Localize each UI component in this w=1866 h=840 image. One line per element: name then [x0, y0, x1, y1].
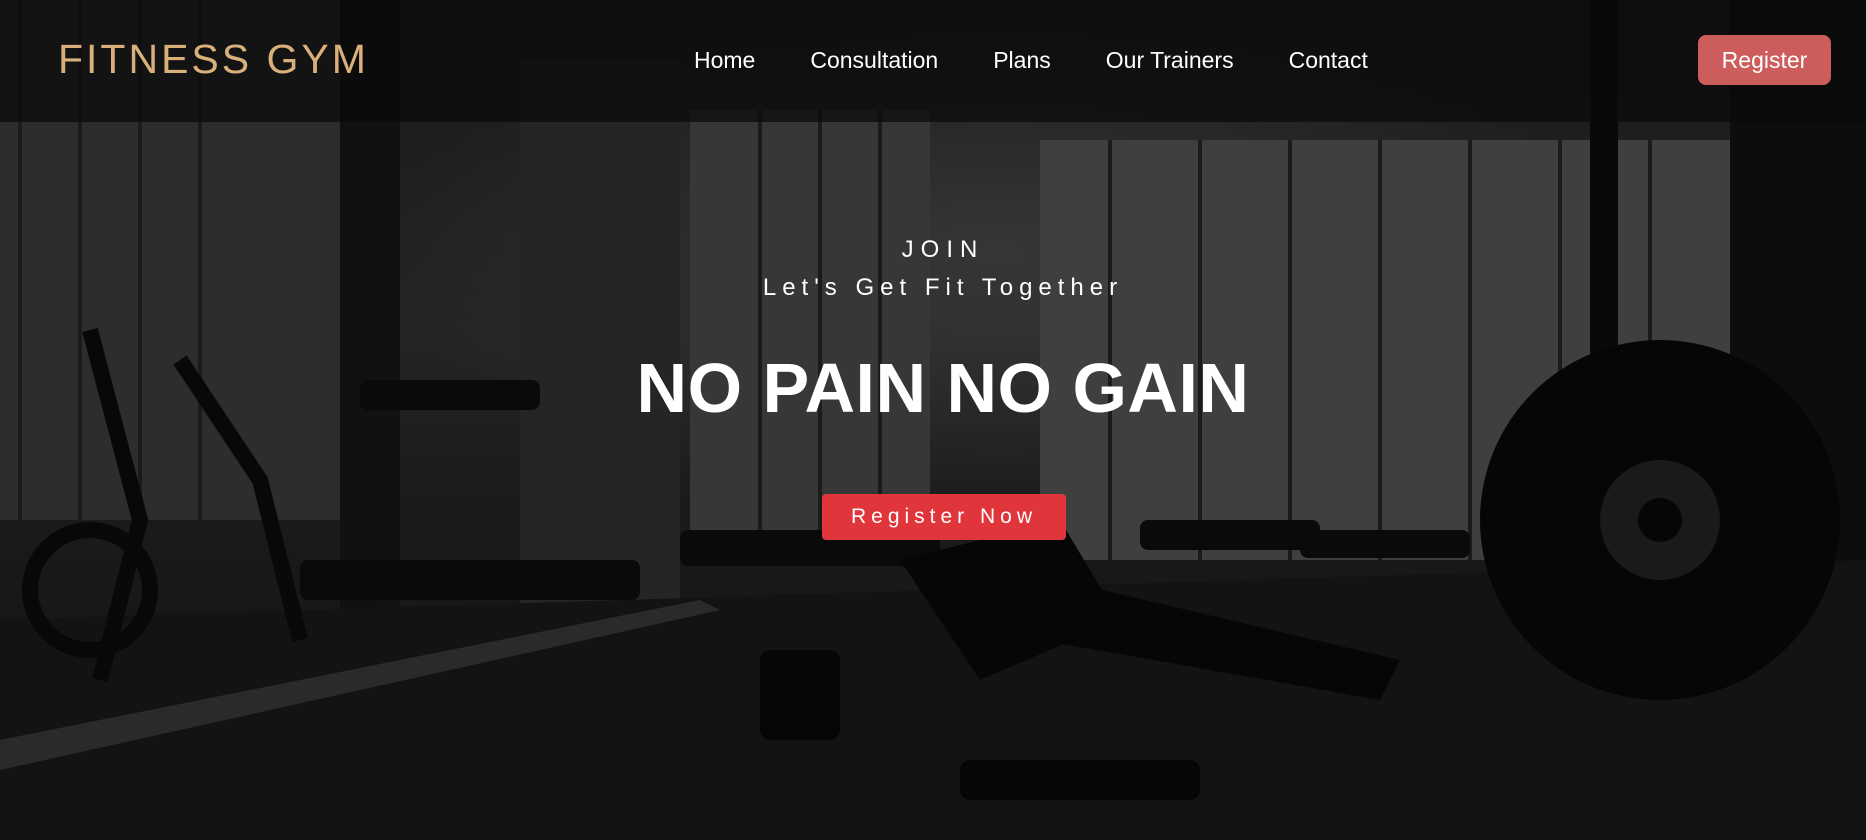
- nav-home[interactable]: Home: [694, 47, 755, 74]
- nav-contact[interactable]: Contact: [1289, 47, 1368, 74]
- navbar: FITNESS GYM Home Consultation Plans Our …: [0, 0, 1866, 122]
- main-nav: Home Consultation Plans Our Trainers Con…: [694, 47, 1423, 74]
- register-button[interactable]: Register: [1698, 35, 1831, 85]
- nav-our-trainers[interactable]: Our Trainers: [1106, 47, 1234, 74]
- hero-tagline: Let's Get Fit Together: [762, 274, 1124, 301]
- nav-plans[interactable]: Plans: [993, 47, 1051, 74]
- brand-logo[interactable]: FITNESS GYM: [58, 36, 369, 83]
- register-now-button[interactable]: Register Now: [822, 494, 1066, 540]
- hero-kicker: JOIN: [901, 236, 985, 263]
- hero-headline: NO PAIN NO GAIN: [636, 349, 1250, 427]
- nav-consultation[interactable]: Consultation: [810, 47, 938, 74]
